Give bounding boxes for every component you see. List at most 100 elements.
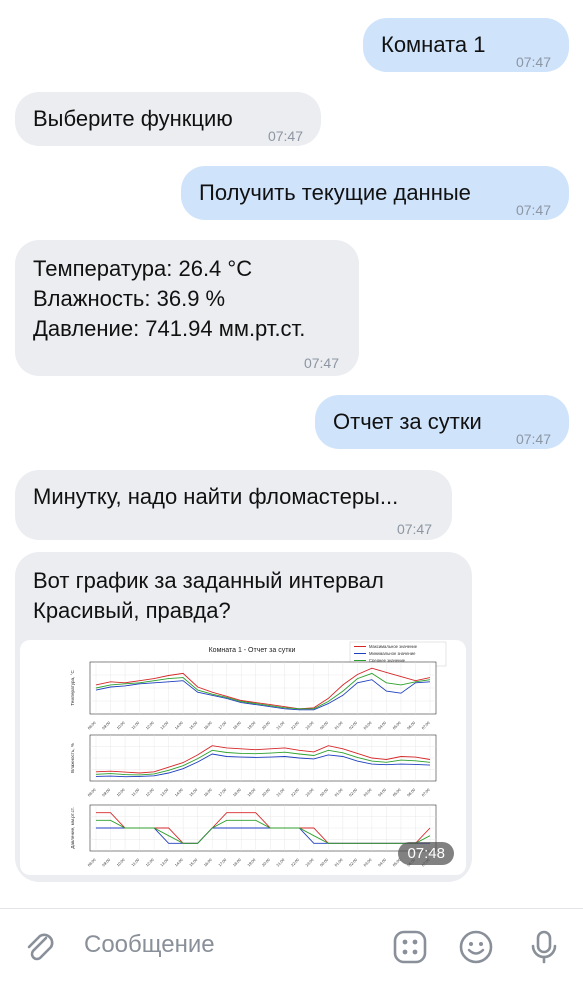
- x-tick-label: 19:00: [247, 788, 257, 798]
- chart-panel: 08:00 09:00 10:00 11:00 12:00 13:00 14:00 15:00…: [70, 661, 437, 731]
- chart-image[interactable]: Комната 1 - Отчет за сутки Максимальное з…: [20, 640, 466, 875]
- x-tick-label: 01:00: [334, 721, 344, 731]
- x-tick-label: 04:00: [378, 858, 388, 868]
- x-tick-label: 14:00: [174, 721, 184, 731]
- outgoing-message[interactable]: Отчет за сутки 07:47: [315, 395, 569, 449]
- x-tick-label: 21:00: [276, 858, 286, 868]
- message-time: 07:47: [396, 521, 432, 537]
- x-tick-label: 03:00: [363, 721, 373, 731]
- x-tick-label: 09:00: [102, 788, 112, 798]
- keypad-icon[interactable]: [392, 929, 428, 965]
- x-tick-label: 17:00: [218, 721, 228, 731]
- incoming-message[interactable]: Температура: 26.4 °C Влажность: 36.9 % Д…: [15, 240, 359, 376]
- x-tick-label: 11:00: [131, 858, 140, 867]
- legend-label: Минимальное значение: [369, 651, 416, 656]
- x-tick-label: 03:00: [363, 788, 373, 798]
- x-tick-label: 06:00: [407, 721, 417, 731]
- x-tick-label: 04:00: [378, 788, 388, 798]
- message-time: 07:47: [267, 128, 303, 144]
- message-line: Красивый, правда?: [33, 598, 231, 623]
- x-tick-label: 18:00: [232, 788, 242, 798]
- x-tick-label: 00:00: [319, 788, 329, 798]
- message-time: 07:47: [303, 355, 339, 371]
- x-tick-label: 02:00: [349, 721, 359, 731]
- x-tick-label: 01:00: [334, 858, 344, 868]
- x-tick-label: 12:00: [145, 788, 155, 798]
- image-time: 07:48: [398, 842, 454, 865]
- x-tick-label: 00:00: [319, 858, 329, 868]
- x-tick-label: 08:00: [87, 858, 97, 868]
- x-tick-label: 09:00: [102, 721, 112, 731]
- x-tick-label: 10:00: [116, 721, 126, 731]
- x-tick-label: 18:00: [232, 858, 242, 868]
- x-tick-label: 20:00: [261, 721, 271, 731]
- incoming-message[interactable]: Выберите функцию 07:47: [15, 92, 321, 146]
- x-tick-label: 00:00: [319, 721, 329, 731]
- message-text: Отчет за сутки: [333, 409, 482, 434]
- x-tick-label: 13:00: [160, 788, 170, 798]
- message-text: Комната 1: [381, 32, 486, 57]
- x-tick-label: 07:00: [421, 721, 431, 731]
- x-tick-label: 15:00: [189, 721, 199, 731]
- x-tick-label: 13:00: [160, 721, 170, 731]
- x-tick-label: 02:00: [349, 858, 359, 868]
- x-tick-label: 18:00: [232, 721, 242, 731]
- x-tick-label: 15:00: [189, 858, 199, 868]
- message-time: 07:47: [515, 54, 551, 70]
- x-tick-label: 19:00: [247, 721, 257, 731]
- x-tick-label: 13:00: [160, 858, 170, 868]
- x-tick-label: 17:00: [218, 788, 228, 798]
- x-tick-label: 09:00: [102, 858, 112, 868]
- incoming-message[interactable]: Минутку, надо найти фломастеры... 07:47: [15, 470, 452, 540]
- x-tick-label: 20:00: [261, 858, 271, 868]
- chart-title: Комната 1 - Отчет за сутки: [209, 647, 296, 654]
- message-line: Вот график за заданный интервал: [33, 568, 384, 593]
- daily-report-chart: Комната 1 - Отчет за сутки Максимальное з…: [70, 641, 447, 868]
- message-text: Получить текущие данные: [199, 180, 471, 205]
- message-composer: Сообщение: [0, 908, 583, 981]
- legend-label: Максимальное значение: [369, 644, 418, 649]
- microphone-icon[interactable]: [526, 929, 562, 965]
- emoji-icon[interactable]: [458, 929, 494, 965]
- x-tick-label: 16:00: [203, 721, 213, 731]
- x-tick-label: 12:00: [145, 721, 155, 731]
- x-tick-label: 12:00: [145, 858, 155, 868]
- x-tick-label: 08:00: [87, 721, 97, 731]
- x-tick-label: 16:00: [203, 788, 213, 798]
- x-tick-label: 19:00: [247, 858, 257, 868]
- message-line: Влажность: 36.9 %: [33, 286, 226, 311]
- outgoing-message[interactable]: Получить текущие данные 07:47: [181, 166, 569, 220]
- x-tick-label: 05:00: [392, 721, 402, 731]
- x-tick-label: 11:00: [131, 788, 140, 797]
- x-tick-label: 15:00: [189, 788, 199, 798]
- message-text: Минутку, надо найти фломастеры...: [33, 484, 399, 509]
- x-tick-label: 01:00: [334, 788, 344, 798]
- x-tick-label: 22:00: [290, 721, 300, 731]
- x-tick-label: 08:00: [87, 788, 97, 798]
- x-tick-label: 14:00: [174, 788, 184, 798]
- x-tick-label: 03:00: [363, 858, 373, 868]
- x-tick-label: 05:00: [392, 788, 402, 798]
- x-tick-label: 23:00: [305, 721, 315, 731]
- outgoing-message[interactable]: Комната 1 07:47: [363, 18, 569, 72]
- y-axis-label: Температура, °C: [70, 670, 75, 706]
- attach-icon[interactable]: [22, 929, 58, 965]
- message-text: Выберите функцию: [33, 106, 233, 131]
- x-tick-label: 10:00: [116, 788, 126, 798]
- x-tick-label: 04:00: [378, 721, 388, 731]
- x-tick-label: 10:00: [116, 858, 126, 868]
- chart-panel: 08:00 09:00 10:00 11:00 12:00 13:00 14:00 15:00…: [70, 804, 437, 868]
- chart-panel: 08:00 09:00 10:00 11:00 12:00 13:00 14:00 15:00…: [70, 734, 437, 798]
- x-tick-label: 22:00: [290, 858, 300, 868]
- message-line: Давление: 741.94 мм.рт.ст.: [33, 316, 306, 341]
- x-tick-label: 11:00: [131, 721, 140, 730]
- x-tick-label: 06:00: [407, 788, 417, 798]
- x-tick-label: 07:00: [421, 788, 431, 798]
- x-tick-label: 21:00: [276, 788, 286, 798]
- x-tick-label: 02:00: [349, 788, 359, 798]
- message-input[interactable]: Сообщение: [84, 931, 215, 959]
- message-time: 07:47: [515, 431, 551, 447]
- x-tick-label: 23:00: [305, 788, 315, 798]
- chat-history: Комната 1 07:47 Выберите функцию 07:47 П…: [0, 0, 583, 905]
- message-time: 07:47: [515, 202, 551, 218]
